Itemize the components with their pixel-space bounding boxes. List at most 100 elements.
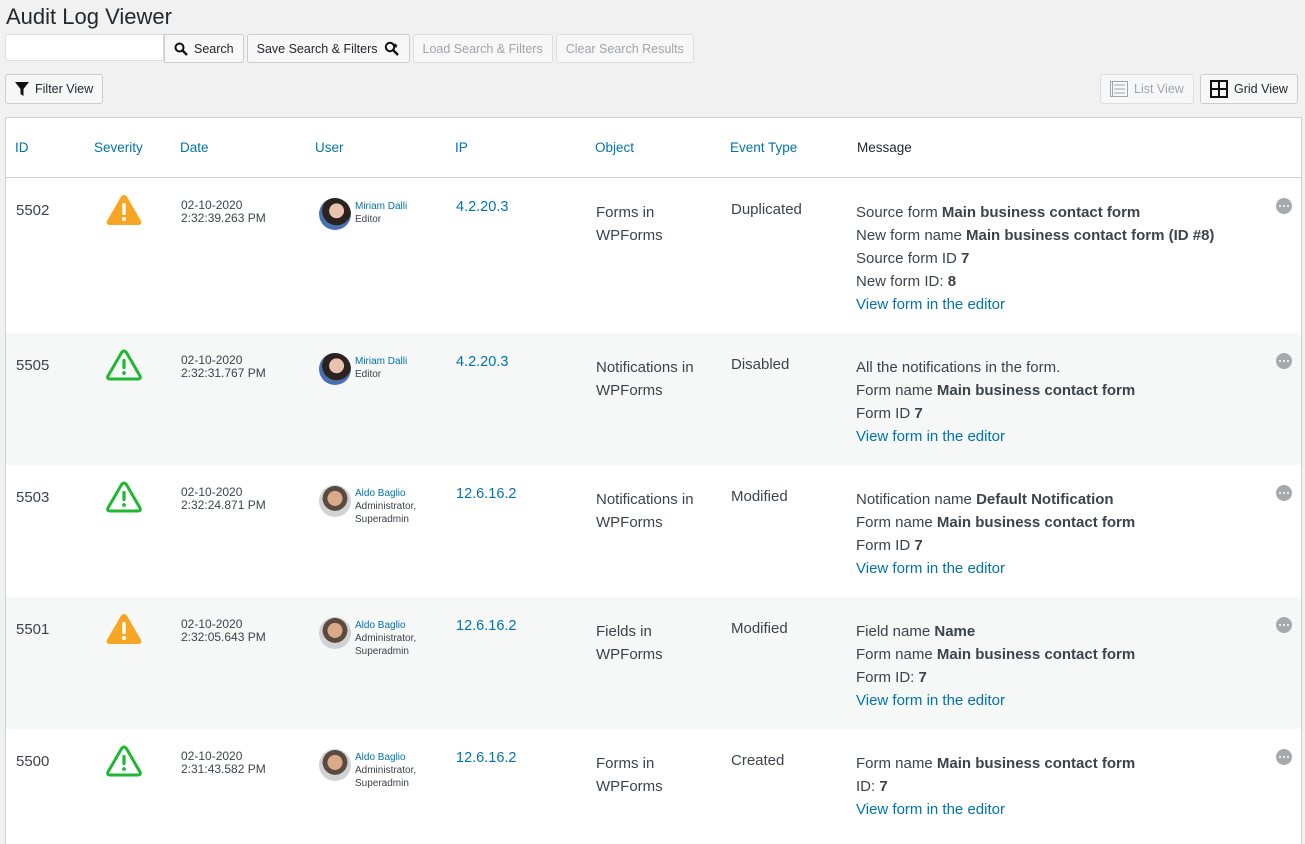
search-input[interactable] (5, 34, 164, 61)
col-message: Message (857, 140, 912, 155)
list-view-button[interactable]: List View (1100, 74, 1194, 104)
message-value: Default Notification (976, 491, 1114, 508)
user-cell: Aldo Baglio Administrator, Superadmin (319, 617, 416, 658)
user-name-link[interactable]: Miriam Dalli (355, 200, 407, 213)
more-options-icon[interactable] (1276, 749, 1292, 765)
ip-link[interactable]: 12.6.16.2 (456, 618, 516, 634)
message-value: 7 (961, 250, 970, 267)
event-date: 02-10-2020 2:32:24.871 PM (181, 486, 266, 512)
message-label: Form ID (856, 405, 915, 422)
table-row[interactable]: 5503 02-10-2020 2:32:24.871 PM Aldo Baglio A… (6, 465, 1301, 597)
user-name-link[interactable]: Miriam Dalli (355, 355, 407, 368)
user-cell: Aldo Baglio Administrator, Superadmin (319, 485, 416, 526)
event-date-time: 2:32:24.871 PM (181, 498, 266, 512)
user-name-link[interactable]: Aldo Baglio (355, 487, 416, 500)
message-value: 7 (879, 778, 888, 795)
search-button[interactable]: Search (164, 34, 244, 63)
object-line: WPForms (596, 514, 663, 531)
user-role-secondary: Superadmin (355, 646, 409, 657)
user-name-link[interactable]: Aldo Baglio (355, 751, 416, 764)
ip-link[interactable]: 12.6.16.2 (456, 486, 516, 502)
object-line: WPForms (596, 382, 663, 399)
col-event-type[interactable]: Event Type (730, 140, 797, 155)
list-view-label: List View (1134, 82, 1184, 96)
ip-link[interactable]: 4.2.20.3 (456, 354, 508, 370)
user-role: Editor (355, 214, 382, 225)
user-role: Administrator, (355, 765, 417, 776)
severity-warning-icon (105, 193, 143, 231)
more-options-icon[interactable] (1276, 485, 1292, 501)
save-search-button[interactable]: Save Search & Filters (246, 34, 410, 63)
view-form-link[interactable]: View form in the editor (856, 293, 1214, 316)
user-role: Administrator, (355, 633, 417, 644)
list-view-icon (1110, 81, 1128, 97)
table-row[interactable]: 5501 02-10-2020 2:32:05.643 PM Aldo Baglio A… (6, 597, 1301, 729)
object-line: Fields in (596, 623, 652, 640)
table-header: ID Severity Date User IP Object Event Ty… (6, 118, 1301, 178)
filter-view-label: Filter View (35, 82, 94, 96)
avatar (319, 198, 351, 230)
clear-search-label: Clear Search Results (565, 41, 684, 56)
save-search-label: Save Search & Filters (256, 41, 378, 56)
row-id: 5502 (16, 202, 50, 219)
view-form-link[interactable]: View form in the editor (856, 557, 1135, 580)
message-cell: Notification name Default Notification Fo… (856, 488, 1135, 580)
avatar (319, 353, 351, 385)
message-line: New form ID: 8 (856, 270, 1214, 293)
event-date-time: 2:32:05.643 PM (181, 630, 266, 644)
message-line: Notification name Default Notification (856, 488, 1135, 511)
ip-link[interactable]: 4.2.20.3 (456, 199, 508, 215)
event-date: 02-10-2020 2:32:31.767 PM (181, 354, 266, 380)
severity-low-icon (105, 744, 143, 782)
message-line: Form name Main business contact form (856, 752, 1135, 775)
user-role-secondary: Superadmin (355, 778, 409, 789)
message-value: Main business contact form (936, 646, 1136, 663)
message-line: Form name Main business contact form (856, 379, 1135, 402)
grid-view-icon (1210, 80, 1228, 98)
message-value: Main business contact form (936, 755, 1136, 772)
message-value: Main business contact form (ID #8) (966, 227, 1215, 244)
col-date[interactable]: Date (180, 140, 209, 155)
table-row[interactable]: 5500 02-10-2020 2:31:43.582 PM Aldo Baglio A… (6, 729, 1301, 839)
row-id: 5505 (16, 357, 50, 374)
more-options-icon[interactable] (1276, 198, 1292, 214)
col-severity[interactable]: Severity (94, 140, 143, 155)
table-row[interactable]: 5505 02-10-2020 2:32:31.767 PM Miriam Dalli… (6, 333, 1301, 465)
col-object[interactable]: Object (595, 140, 634, 155)
view-form-link[interactable]: View form in the editor (856, 425, 1135, 448)
col-ip[interactable]: IP (455, 140, 468, 155)
table-row[interactable]: 5502 02-10-2020 2:32:39.263 PM Miriam Dalli… (6, 178, 1301, 333)
message-label: Form ID: (856, 669, 919, 686)
event-type: Created (731, 752, 785, 769)
message-line: Source form ID 7 (856, 247, 1214, 270)
severity-low-icon (105, 348, 143, 386)
ip-link[interactable]: 12.6.16.2 (456, 750, 516, 766)
message-line: Form name Main business contact form (856, 643, 1135, 666)
col-id[interactable]: ID (15, 140, 29, 155)
user-name-link[interactable]: Aldo Baglio (355, 619, 416, 632)
object-line: Forms in (596, 204, 655, 221)
event-date-time: 2:32:39.263 PM (181, 211, 266, 225)
severity-warning-icon (105, 612, 143, 650)
clear-search-button[interactable]: Clear Search Results (555, 34, 694, 63)
message-label: Form name (856, 382, 937, 399)
row-id: 5503 (16, 489, 50, 506)
event-type: Modified (731, 620, 788, 637)
message-label: Form name (856, 646, 937, 663)
message-label: New form name (856, 227, 967, 244)
message-label: Source form ID (856, 250, 962, 267)
grid-view-button[interactable]: Grid View (1200, 74, 1298, 104)
load-search-button[interactable]: Load Search & Filters (412, 34, 553, 63)
more-options-icon[interactable] (1276, 617, 1292, 633)
user-cell: Miriam Dalli Editor (319, 353, 407, 385)
filter-icon (15, 81, 29, 97)
view-form-link[interactable]: View form in the editor (856, 689, 1135, 712)
object-line: Notifications in (596, 359, 694, 376)
message-label: Form name (856, 755, 937, 772)
user-cell: Aldo Baglio Administrator, Superadmin (319, 749, 416, 790)
col-user[interactable]: User (315, 140, 344, 155)
more-options-icon[interactable] (1276, 353, 1292, 369)
view-form-link[interactable]: View form in the editor (856, 798, 1135, 821)
filter-view-button[interactable]: Filter View (5, 74, 104, 104)
message-value: Main business contact form (936, 382, 1136, 399)
